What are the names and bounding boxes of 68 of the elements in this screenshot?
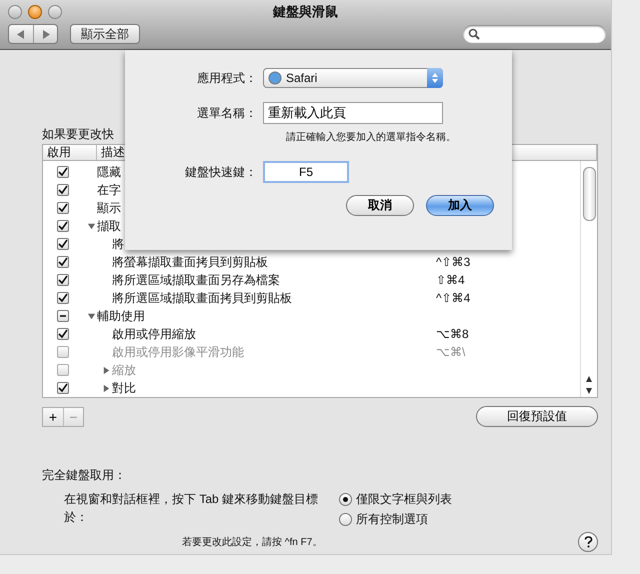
field-label: 應用程式： [196, 70, 258, 86]
shortcut-keys: ^⇧⌘3 [432, 255, 470, 269]
menu-name-field[interactable]: 重新載入此頁 [263, 102, 443, 124]
shortcut-description: 啟用或停用縮放 [112, 326, 196, 342]
compass-icon [268, 71, 282, 85]
shortcut-description: 將所選區域擷取畫面另存為檔案 [112, 272, 280, 288]
description-text: 在視窗和對話框裡，按下 Tab 鍵來移動鍵盤目標於： [64, 491, 319, 526]
window-title: 鍵盤與滑鼠 [273, 3, 338, 21]
stepper-arrows-icon [431, 72, 439, 84]
shortcut-keys: ^⇧⌘4 [432, 291, 470, 305]
checkbox[interactable] [57, 202, 69, 214]
shortcut-description: 擷取 [97, 218, 121, 234]
hint-text: 若要更改此設定，請按 ^fn F7。 [182, 536, 322, 549]
restore-defaults-button[interactable]: 回復預設值 [476, 406, 598, 427]
minimize-button[interactable] [28, 5, 42, 19]
shortcut-description: 將 [112, 236, 124, 252]
shortcut-description: 將螢幕擷取畫面拷貝到剪貼板 [112, 254, 268, 270]
radio-button[interactable] [339, 512, 352, 526]
shortcut-field[interactable]: F5 [263, 161, 349, 183]
add-button[interactable]: + [43, 408, 63, 426]
show-all-button[interactable]: 顯示全部 [70, 24, 140, 44]
shortcut-keys: ⌥⌘8 [432, 327, 469, 341]
right-triangle-icon [42, 30, 50, 38]
checkbox[interactable] [57, 166, 69, 178]
disclosure-triangle-icon[interactable] [87, 312, 96, 320]
shortcut-description: 顯示 [97, 200, 121, 216]
field-label: 選單名稱： [196, 104, 258, 122]
shortcut-keys: ⌥⌘\ [432, 345, 466, 359]
help-button[interactable] [578, 532, 598, 552]
left-triangle-icon [17, 30, 25, 38]
zoom-button[interactable] [48, 5, 62, 19]
radio-button[interactable] [339, 492, 352, 506]
search-icon [468, 28, 480, 40]
checkbox[interactable] [57, 238, 69, 250]
close-button[interactable] [8, 5, 22, 19]
search-field[interactable] [463, 25, 606, 43]
scrollbar-thumb[interactable] [582, 167, 596, 221]
shortcut-keys: ⇧⌘4 [432, 273, 465, 287]
checkmark-icon [58, 383, 68, 393]
field-label: 鍵盤快速鍵： [184, 164, 258, 180]
disclosure-triangle-icon[interactable] [87, 222, 96, 230]
question-mark-icon [584, 536, 592, 548]
column-header[interactable]: 啟用 [43, 145, 97, 160]
shortcut-description: 在字 [97, 182, 121, 198]
disclosure-triangle-icon[interactable] [102, 384, 111, 392]
shortcut-description: 對比 [112, 380, 136, 396]
shortcut-description: 啟用或停用影像平滑功能 [112, 344, 244, 360]
shortcut-description: 將所選區域擷取畫面拷貝到剪貼板 [112, 290, 292, 306]
checkbox[interactable] [57, 220, 69, 232]
add-button[interactable]: 加入 [426, 195, 494, 216]
checkbox[interactable] [57, 292, 69, 304]
radio-label[interactable]: 僅限文字框與列表 [356, 490, 452, 508]
section-heading: 完全鍵盤取用： [42, 467, 127, 484]
shortcut-description: 輔助使用 [97, 308, 145, 324]
checkbox[interactable] [57, 184, 69, 196]
application-popup[interactable]: Safari [263, 68, 443, 88]
checkbox[interactable] [57, 382, 69, 394]
hint-text: 請正確輸入您要加入的選單指令名稱。 [285, 130, 457, 144]
shortcut-description: 隱藏 [97, 164, 121, 180]
shortcut-description: 縮放 [112, 362, 136, 378]
checkbox[interactable] [57, 256, 69, 268]
checkbox[interactable] [57, 310, 69, 322]
cancel-button[interactable]: 取消 [346, 195, 414, 216]
checkmark-icon [58, 329, 68, 339]
checkbox[interactable] [57, 328, 69, 340]
checkbox[interactable] [57, 274, 69, 286]
radio-label[interactable]: 所有控制選項 [356, 510, 428, 528]
instruction-text: 如果要更改快 [42, 126, 114, 143]
